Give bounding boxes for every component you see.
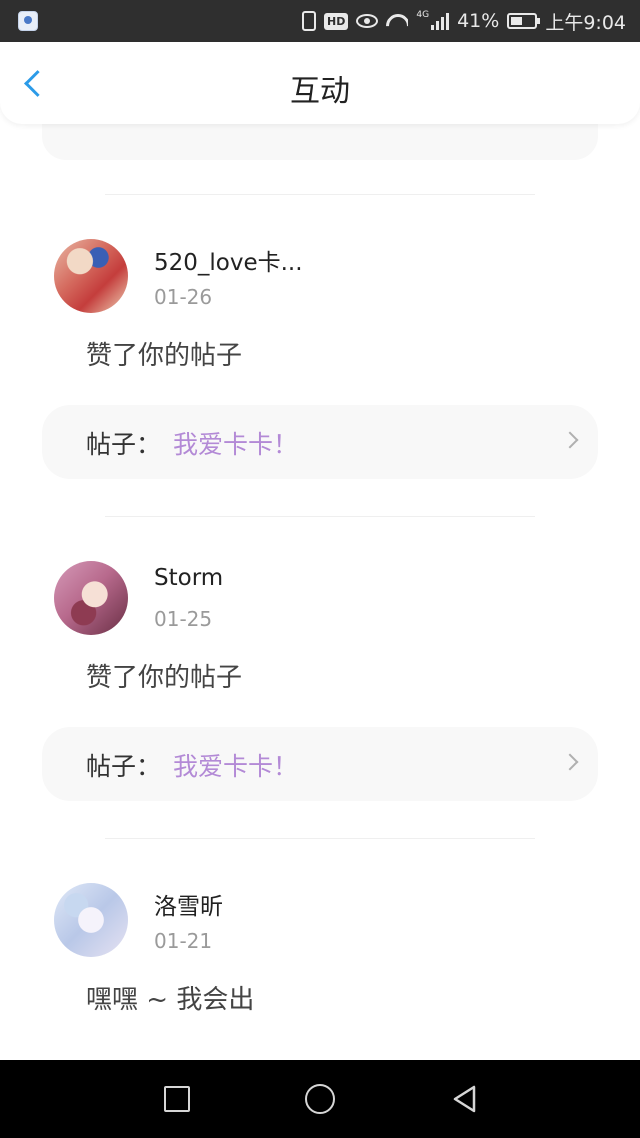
avatar[interactable]: [54, 239, 128, 313]
chevron-right-icon: [561, 431, 579, 449]
chevron-right-icon: [561, 753, 579, 771]
post-title: 我爱卡卡！: [173, 430, 299, 459]
hd-icon: HD: [324, 12, 349, 30]
network-type: 4G: [416, 10, 430, 20]
interaction-feed[interactable]: 520_love卡... 01-26 赞了你的帖子 帖子： 我爱卡卡！ Stor…: [0, 124, 640, 1060]
battery-icon: [507, 13, 541, 29]
username[interactable]: 洛雪昕: [154, 887, 223, 921]
wifi-icon: [386, 12, 408, 30]
divider: [105, 838, 535, 839]
previous-post-card[interactable]: [42, 124, 598, 160]
username[interactable]: 520_love卡...: [154, 243, 303, 277]
comment-text: 嘿嘿 ~ 我会出: [86, 985, 255, 1015]
circle-icon[interactable]: [305, 1084, 335, 1114]
triangle-back-icon[interactable]: [450, 1084, 480, 1114]
action-text: 赞了你的帖子: [86, 663, 243, 693]
action-text: 赞了你的帖子: [86, 341, 243, 371]
system-nav-bar: [0, 1060, 640, 1138]
divider: [105, 194, 535, 195]
status-icons: HD 4G 41% 上午9:04: [302, 0, 626, 42]
signal-icon: [431, 12, 450, 30]
avatar[interactable]: [54, 561, 128, 635]
header-bar: 互动: [0, 42, 640, 124]
clock: 上午9:04: [545, 11, 626, 34]
post-link-card[interactable]: 帖子： 我爱卡卡！: [42, 727, 598, 801]
username[interactable]: Storm: [154, 565, 223, 591]
square-icon[interactable]: [164, 1086, 190, 1112]
post-title: 我爱卡卡！: [173, 752, 299, 781]
post-label: 帖子：: [86, 430, 162, 459]
notification-date: 01-26: [154, 285, 213, 309]
page-title: 互动: [290, 74, 350, 109]
app-notification-icon: [18, 11, 38, 31]
notification-date: 01-21: [154, 929, 213, 953]
notification-date: 01-25: [154, 607, 213, 631]
post-link-card[interactable]: 帖子： 我爱卡卡！: [42, 405, 598, 479]
eye-comfort-icon: [356, 14, 379, 28]
status-bar: HD 4G 41% 上午9:04: [0, 0, 640, 42]
vibrate-icon: [302, 11, 317, 31]
battery-percent: 41%: [457, 10, 500, 32]
post-label: 帖子：: [86, 752, 162, 781]
avatar[interactable]: [54, 883, 128, 957]
divider: [105, 516, 535, 517]
